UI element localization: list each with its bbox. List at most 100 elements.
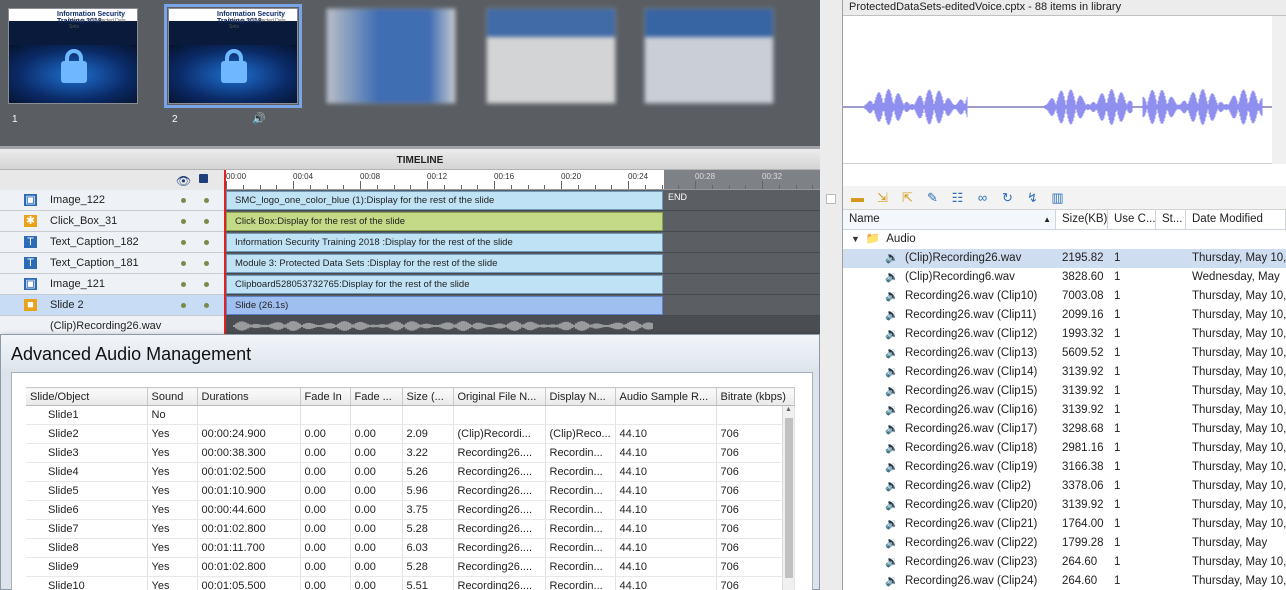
usage-icon[interactable]: ↯ bbox=[1024, 190, 1041, 205]
thumbnail-image: Information Security Training 2018 Module… bbox=[8, 8, 138, 104]
table-row[interactable]: Slide3 Yes 00:00:38.300 0.00 0.00 3.22 Recordi… bbox=[26, 443, 795, 463]
ruler-minor-tick bbox=[276, 185, 278, 189]
library-item[interactable]: 🔉 Recording26.wav (Clip16) 3139.92 1 Thursda… bbox=[843, 401, 1286, 420]
lock-toggle[interactable] bbox=[204, 219, 209, 224]
visibility-toggle[interactable] bbox=[181, 303, 186, 308]
lock-toggle[interactable] bbox=[204, 303, 209, 308]
visibility-toggle[interactable] bbox=[181, 261, 186, 266]
visibility-toggle[interactable] bbox=[181, 240, 186, 245]
table-row[interactable]: Slide2 Yes 00:00:24.900 0.00 0.00 2.09 (Clip)R… bbox=[26, 424, 795, 444]
library-item[interactable]: 🔉 Recording26.wav (Clip23) 264.60 1 Thursday… bbox=[843, 553, 1286, 572]
library-column-name[interactable]: Name ▲ bbox=[843, 210, 1056, 229]
scroll-up-icon[interactable]: ▲ bbox=[783, 406, 794, 413]
ruler-minor-tick bbox=[812, 185, 814, 189]
column-header[interactable]: Original File N... bbox=[453, 387, 546, 406]
lock-toggle[interactable] bbox=[204, 261, 209, 266]
column-header[interactable]: Fade ... bbox=[350, 387, 403, 406]
folder-icon[interactable]: ▬ bbox=[849, 190, 866, 205]
library-column-use-c-[interactable]: Use C... bbox=[1108, 210, 1156, 229]
library-column-date-modified[interactable]: Date Modified bbox=[1186, 210, 1286, 229]
edit-icon[interactable]: ✎ bbox=[924, 190, 941, 205]
library-item[interactable]: 🔉 Recording26.wav (Clip18) 2981.16 1 Thursda… bbox=[843, 439, 1286, 458]
column-header[interactable]: Size (... bbox=[402, 387, 454, 406]
timeline-layer[interactable]: ✱ Click_Box_31 bbox=[0, 211, 224, 232]
library-item[interactable]: 🔉 Recording26.wav (Clip12) 1993.32 1 Thursda… bbox=[843, 325, 1286, 344]
table-cell: 0.00 bbox=[350, 557, 403, 577]
table-row[interactable]: Slide6 Yes 00:00:44.600 0.00 0.00 3.75 Recordi… bbox=[26, 500, 795, 520]
timeline-object-bar[interactable]: Slide (26.1s) bbox=[226, 296, 663, 315]
timeline-ruler[interactable]: 00:00 00:04 00:08 00:12 00:16 00:20 00:24 00:28… bbox=[224, 170, 820, 190]
library-item[interactable]: 🔉 Recording26.wav (Clip17) 3298.68 1 Thursda… bbox=[843, 420, 1286, 439]
library-item[interactable]: 🔉 Recording26.wav (Clip21) 1764.00 1 Thursda… bbox=[843, 515, 1286, 534]
import-icon[interactable]: ⇲ bbox=[874, 190, 891, 205]
slide-icon: ■ bbox=[24, 299, 37, 311]
column-header[interactable]: Display N... bbox=[545, 387, 616, 406]
column-header[interactable]: Fade In bbox=[300, 387, 351, 406]
table-cell: 0.00 bbox=[300, 557, 351, 577]
refresh-icon[interactable]: ↻ bbox=[999, 190, 1016, 205]
table-row[interactable]: Slide1 No bbox=[26, 405, 795, 425]
link-icon[interactable]: ∞ bbox=[974, 190, 991, 205]
library-item[interactable]: 🔉 Recording26.wav (Clip10) 7003.08 1 Thursda… bbox=[843, 287, 1286, 306]
library-item[interactable]: 🔉 Recording26.wav (Clip20) 3139.92 1 Thursda… bbox=[843, 496, 1286, 515]
library-column-size-kb-[interactable]: Size(KB) bbox=[1056, 210, 1108, 229]
lock-toggle[interactable] bbox=[204, 198, 209, 203]
slide-thumbnail[interactable]: Information Security Training 2018 Module… bbox=[164, 4, 302, 125]
slide-thumbnail[interactable] bbox=[486, 8, 616, 104]
library-item[interactable]: 🔉 Recording26.wav (Clip2) 3378.06 1 Thursday… bbox=[843, 477, 1286, 496]
library-item[interactable]: 🔉 Recording26.wav (Clip19) 3166.38 1 Thursda… bbox=[843, 458, 1286, 477]
column-header[interactable]: Audio Sample R... bbox=[615, 387, 717, 406]
lock-icon[interactable] bbox=[199, 174, 208, 183]
column-header[interactable]: Sound bbox=[147, 387, 198, 406]
column-header[interactable]: Durations bbox=[197, 387, 301, 406]
timeline-object-bar[interactable]: Click Box:Display for the rest of the sl… bbox=[226, 212, 663, 231]
table-row[interactable]: Slide7 Yes 00:01:02.800 0.00 0.00 5.28 Recordi… bbox=[26, 519, 795, 539]
timeline-layer[interactable]: ▣ Image_122 bbox=[0, 190, 224, 211]
table-row[interactable]: Slide8 Yes 00:01:11.700 0.00 0.00 6.03 Recordi… bbox=[26, 538, 795, 558]
library-item[interactable]: 🔉 Recording26.wav (Clip24) 264.60 1 Thursday… bbox=[843, 572, 1286, 590]
delete-icon[interactable]: ▥ bbox=[1049, 190, 1066, 205]
timeline-object-bar[interactable]: Module 3: Protected Data Sets :Display f… bbox=[226, 254, 663, 273]
timeline-object-bar[interactable]: SMC_logo_one_color_blue (1):Display for … bbox=[226, 191, 663, 210]
slide-thumbnail[interactable] bbox=[644, 8, 774, 104]
library-item[interactable]: 🔉 Recording26.wav (Clip15) 3139.92 1 Thursda… bbox=[843, 382, 1286, 401]
table-row[interactable]: Slide4 Yes 00:01:02.500 0.00 0.00 5.26 Recordi… bbox=[26, 462, 795, 482]
visibility-toggle[interactable] bbox=[181, 282, 186, 287]
slide-thumbnail[interactable]: Information Security Training 2018 Module… bbox=[8, 8, 138, 125]
panel-splitter[interactable] bbox=[820, 0, 842, 590]
library-item[interactable]: 🔉 Recording26.wav (Clip11) 2099.16 1 Thursda… bbox=[843, 306, 1286, 325]
timeline-layer[interactable]: ■ Slide 2 bbox=[0, 295, 224, 316]
timeline-layer[interactable]: T Text_Caption_182 bbox=[0, 232, 224, 253]
table-row[interactable]: Slide10 Yes 00:01:05.500 0.00 0.00 5.51 Record… bbox=[26, 576, 795, 590]
dialog-table-scrollbar[interactable]: ▲ bbox=[782, 406, 794, 590]
timeline-layer[interactable]: T Text_Caption_181 bbox=[0, 253, 224, 274]
column-header[interactable]: Slide/Object bbox=[26, 387, 148, 406]
visibility-toggle[interactable] bbox=[181, 219, 186, 224]
timeline-layer[interactable]: ▣ Image_121 bbox=[0, 274, 224, 295]
playhead[interactable] bbox=[224, 170, 226, 346]
timeline-object-bar[interactable]: Clipboard528053732765:Display for the re… bbox=[226, 275, 663, 294]
library-item[interactable]: 🔉 (Clip)Recording6.wav 3828.60 1 Wednesday, … bbox=[843, 268, 1286, 287]
eye-icon[interactable]: 👁 bbox=[176, 174, 191, 188]
export-icon[interactable]: ⇱ bbox=[899, 190, 916, 205]
lock-toggle[interactable] bbox=[204, 282, 209, 287]
library-item[interactable]: 🔉 (Clip)Recording26.wav 2195.82 1 Thursday, … bbox=[843, 249, 1286, 268]
library-item[interactable]: 🔉 Recording26.wav (Clip13) 5609.52 1 Thursda… bbox=[843, 344, 1286, 363]
table-row[interactable]: Slide5 Yes 00:01:10.900 0.00 0.00 5.96 Recordi… bbox=[26, 481, 795, 501]
slide-thumbnail[interactable] bbox=[326, 8, 456, 104]
visibility-toggle[interactable] bbox=[181, 198, 186, 203]
library-item[interactable]: 🔉 Recording26.wav (Clip14) 3139.92 1 Thursda… bbox=[843, 363, 1286, 382]
library-item[interactable]: 🔉 Recording26.wav (Clip22) 1799.28 1 Thursda… bbox=[843, 534, 1286, 553]
scrollbar-thumb[interactable] bbox=[785, 418, 793, 578]
timeline-object-bar[interactable]: Information Security Training 2018 :Disp… bbox=[226, 233, 663, 252]
lock-toggle[interactable] bbox=[204, 240, 209, 245]
splitter-handle[interactable] bbox=[826, 194, 836, 204]
properties-icon[interactable]: ☷ bbox=[949, 190, 966, 205]
column-header[interactable]: Bitrate (kbps) bbox=[716, 387, 795, 406]
table-row[interactable]: Slide9 Yes 00:01:02.800 0.00 0.00 5.28 Recordi… bbox=[26, 557, 795, 577]
preview-scrollbar[interactable] bbox=[1272, 16, 1286, 164]
library-column-st-[interactable]: St... bbox=[1156, 210, 1186, 229]
table-cell: Slide7 bbox=[26, 519, 148, 539]
library-folder-audio[interactable]: ▼ 📁 Audio bbox=[843, 230, 1286, 249]
expand-arrow-icon[interactable]: ▼ bbox=[851, 234, 860, 244]
